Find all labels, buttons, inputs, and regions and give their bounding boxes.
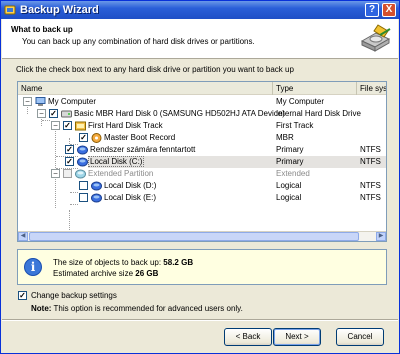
instruction-text: Click the check box next to any hard dis… xyxy=(16,65,294,74)
row-name: Master Boot Record xyxy=(104,133,176,142)
size-value: 58.2 GB xyxy=(163,258,194,267)
page-title: What to back up xyxy=(11,25,73,34)
title-bar[interactable]: Backup Wizard ? X xyxy=(1,1,399,19)
help-button[interactable]: ? xyxy=(365,3,379,17)
note-text: This option is recommended for advanced … xyxy=(53,304,243,313)
back-button[interactable]: < Back xyxy=(224,328,272,346)
mbr-checkbox[interactable]: ✓ xyxy=(79,133,88,142)
column-header: Name Type File sys xyxy=(18,82,386,95)
partition-icon xyxy=(91,193,102,203)
hard-disk-icon xyxy=(61,110,72,118)
column-name[interactable]: Name xyxy=(18,82,273,95)
tree-line xyxy=(70,204,78,205)
row-name: Local Disk (E:) xyxy=(104,193,157,202)
disk-0-checkbox[interactable]: ✓ xyxy=(49,109,58,118)
partition-icon xyxy=(91,181,102,191)
row-type: Primary xyxy=(276,145,304,154)
scrollbar-thumb[interactable] xyxy=(29,232,359,241)
row-file-system: NTFS xyxy=(360,181,381,190)
partition-icon xyxy=(77,145,88,155)
collapse-toggle[interactable]: − xyxy=(23,97,32,106)
tree-row-system-reserved[interactable]: ✓ Rendszer számára fenntartott Primary N… xyxy=(18,144,386,156)
info-icon: i xyxy=(24,258,42,276)
column-type[interactable]: Type xyxy=(273,82,357,95)
archive-size-line: Estimated archive size 26 GB xyxy=(53,269,158,278)
row-file-system: NTFS xyxy=(360,145,381,154)
window-title: Backup Wizard xyxy=(20,4,99,16)
footer-separator xyxy=(2,319,398,321)
backup-size-info: i The size of objects to back up: 58.2 G… xyxy=(17,249,387,285)
backup-wizard-window: Backup Wizard ? X What to back up You ca… xyxy=(0,0,400,354)
row-name: My Computer xyxy=(48,97,97,106)
partition-tree[interactable]: Name Type File sys − My Computer My Comp… xyxy=(17,81,387,242)
collapse-toggle[interactable]: − xyxy=(51,169,60,178)
row-name: Extended Partition xyxy=(88,169,154,178)
row-type: MBR xyxy=(276,133,294,142)
local-disk-e-checkbox[interactable] xyxy=(79,193,88,202)
local-disk-d-checkbox[interactable] xyxy=(79,181,88,190)
scroll-right-arrow-icon[interactable]: ▶ xyxy=(376,232,386,241)
row-file-system: NTFS xyxy=(360,193,381,202)
partition-icon xyxy=(77,157,88,167)
tree-row-first-track[interactable]: − ✓ First Hard Disk Track First Track xyxy=(18,120,386,132)
extended-partition-icon xyxy=(75,169,86,179)
wizard-header: What to back up You can back up any comb… xyxy=(2,19,398,59)
tree-row-mbr[interactable]: ✓ Master Boot Record MBR xyxy=(18,132,386,144)
row-name: Basic MBR Hard Disk 0 (SAMSUNG HD502HJ A… xyxy=(74,109,285,118)
page-subtitle: You can back up any combination of hard … xyxy=(22,37,255,46)
mbr-icon xyxy=(91,133,102,143)
advanced-note: Note: This option is recommended for adv… xyxy=(31,304,243,313)
row-type: My Computer xyxy=(276,97,325,106)
next-button[interactable]: Next > xyxy=(273,328,321,346)
change-backup-settings-checkbox[interactable]: ✓ xyxy=(18,291,27,300)
tree-row-local-disk-c[interactable]: ✓ Local Disk (C:) Primary NTFS xyxy=(18,156,386,168)
hard-disk-backup-icon xyxy=(360,24,391,52)
row-file-system: NTFS xyxy=(360,157,381,166)
collapse-toggle[interactable]: − xyxy=(51,121,60,130)
column-file-system[interactable]: File sys xyxy=(357,82,386,95)
row-name: Local Disk (C:) xyxy=(87,156,145,167)
tree-row-disk-0[interactable]: − ✓ Basic MBR Hard Disk 0 (SAMSUNG HD502… xyxy=(18,108,386,120)
cancel-button[interactable]: Cancel xyxy=(336,328,384,346)
row-type: Logical xyxy=(276,181,302,190)
close-button[interactable]: X xyxy=(382,3,396,17)
extended-partition-checkbox[interactable] xyxy=(63,169,72,178)
collapse-toggle[interactable]: − xyxy=(37,109,46,118)
change-backup-settings-label[interactable]: Change backup settings xyxy=(31,291,117,300)
tree-row-local-disk-e[interactable]: Local Disk (E:) Logical NTFS xyxy=(18,192,386,204)
row-type: Logical xyxy=(276,193,302,202)
system-reserved-checkbox[interactable]: ✓ xyxy=(65,145,74,154)
scroll-left-arrow-icon[interactable]: ◀ xyxy=(18,232,28,241)
disk-track-icon xyxy=(75,121,86,131)
computer-icon xyxy=(35,97,46,106)
backup-size-line: The size of objects to back up: 58.2 GB xyxy=(53,258,193,267)
first-track-checkbox[interactable]: ✓ xyxy=(63,121,72,130)
local-disk-c-checkbox[interactable]: ✓ xyxy=(65,157,74,166)
size-label: The size of objects to back up: xyxy=(53,258,162,267)
archive-label: Estimated archive size xyxy=(53,269,134,278)
horizontal-scrollbar[interactable]: ◀ ▶ xyxy=(18,231,386,241)
backup-app-icon xyxy=(4,5,16,15)
row-name: First Hard Disk Track xyxy=(88,121,163,130)
row-name: Rendszer számára fenntartott xyxy=(90,145,196,154)
row-type: Extended xyxy=(276,169,310,178)
note-label: Note: xyxy=(31,304,52,313)
row-type: First Track xyxy=(276,121,314,130)
row-name: Local Disk (D:) xyxy=(104,181,157,190)
row-type: Primary xyxy=(276,157,304,166)
tree-row-my-computer[interactable]: − My Computer My Computer xyxy=(18,96,386,108)
tree-row-extended-partition[interactable]: − Extended Partition Extended xyxy=(18,168,386,180)
row-type: Internal Hard Disk Drive xyxy=(276,109,361,118)
archive-value: 26 GB xyxy=(135,269,159,278)
tree-row-local-disk-d[interactable]: Local Disk (D:) Logical NTFS xyxy=(18,180,386,192)
